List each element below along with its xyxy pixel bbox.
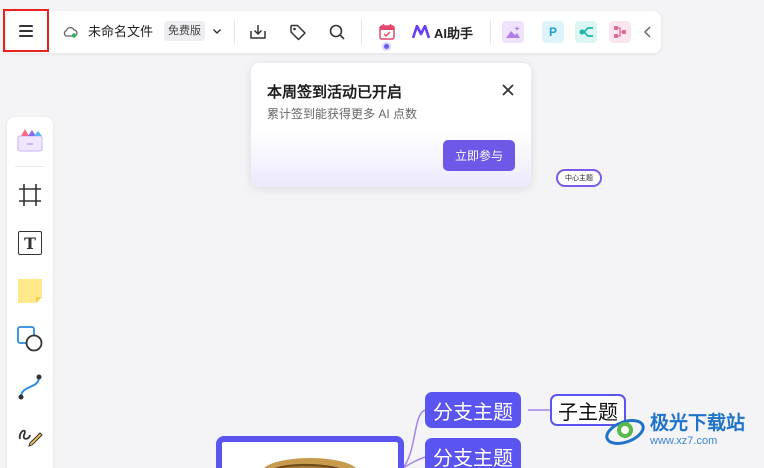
site-logo-icon [605, 419, 645, 445]
connector-icon [18, 374, 42, 400]
toolbar-divider [361, 20, 362, 44]
join-now-button[interactable]: 立即参与 [443, 140, 515, 171]
popup-title: 本周签到活动已开启 [267, 84, 403, 101]
shape-icon [17, 326, 43, 352]
pen-icon [18, 429, 43, 447]
mindmap-app-icon [579, 27, 593, 37]
cloud-sync-icon [63, 26, 78, 38]
sticky-note-button[interactable] [16, 277, 44, 305]
p-app-icon: P [548, 25, 557, 39]
template-icon [17, 129, 43, 152]
close-icon[interactable] [501, 83, 515, 97]
left-toolbar: T [7, 117, 53, 468]
toolbar-divider [234, 20, 235, 44]
text-tool-button[interactable]: T [16, 229, 44, 257]
menu-button[interactable] [3, 9, 49, 52]
image-topic-node[interactable] [216, 436, 404, 468]
coffee-bean-image [264, 458, 356, 468]
shape-tool-button[interactable] [16, 325, 44, 353]
p-app-button[interactable]: P [542, 21, 564, 43]
search-icon [329, 24, 345, 40]
chevron-left-icon[interactable] [642, 25, 654, 39]
toolbar-divider [490, 20, 491, 44]
download-icon [250, 25, 266, 39]
checkin-popup: 本周签到活动已开启 累计签到能获得更多 AI 点数 立即参与 [251, 63, 531, 187]
image-app-button[interactable] [502, 21, 524, 43]
text-icon: T [18, 231, 42, 255]
text-icon-glyph: T [24, 233, 36, 253]
ai-assistant-label: AI助手 [434, 25, 474, 41]
top-toolbar: 未命名文件 免费版 AI助手 P [3, 9, 661, 53]
center-topic-node[interactable]: 中心主题 [556, 169, 602, 187]
sticky-note-icon [18, 279, 42, 303]
connector-tool-button[interactable] [16, 373, 44, 401]
watermark-name: 极光下载站 [650, 412, 746, 434]
watermark-url: www.xz7.com [650, 434, 718, 447]
menu-icon [19, 24, 33, 37]
popup-description: 累计签到能获得更多 AI 点数 [267, 107, 418, 121]
export-button[interactable] [247, 21, 269, 43]
mindmap-app-button[interactable] [575, 21, 597, 43]
calendar-checkin-icon [379, 24, 395, 40]
checkin-button[interactable] [376, 21, 398, 43]
tag-button[interactable] [287, 21, 309, 43]
branch-topic-node[interactable]: 分支主题 [425, 438, 521, 468]
file-name[interactable]: 未命名文件 [88, 23, 153, 41]
org-chart-app-button[interactable] [609, 21, 631, 43]
checkin-indicator-dot [382, 42, 391, 51]
org-chart-app-icon [614, 26, 626, 38]
ai-assistant-button[interactable]: AI助手 [412, 21, 473, 43]
watermark: 极光下载站 www.xz7.com [604, 410, 745, 450]
toolbar-divider [15, 166, 45, 167]
ai-logo-icon [412, 25, 430, 39]
tag-icon [290, 24, 306, 41]
frame-icon [19, 184, 41, 206]
branch-topic-node[interactable]: 分支主题 [425, 392, 521, 428]
image-app-icon [506, 26, 520, 38]
frame-tool-button[interactable] [16, 181, 44, 209]
pen-tool-button[interactable] [16, 421, 44, 449]
chevron-down-icon[interactable] [211, 25, 223, 37]
search-button[interactable] [326, 21, 348, 43]
plan-badge: 免费版 [164, 21, 205, 41]
template-button[interactable] [16, 126, 44, 154]
